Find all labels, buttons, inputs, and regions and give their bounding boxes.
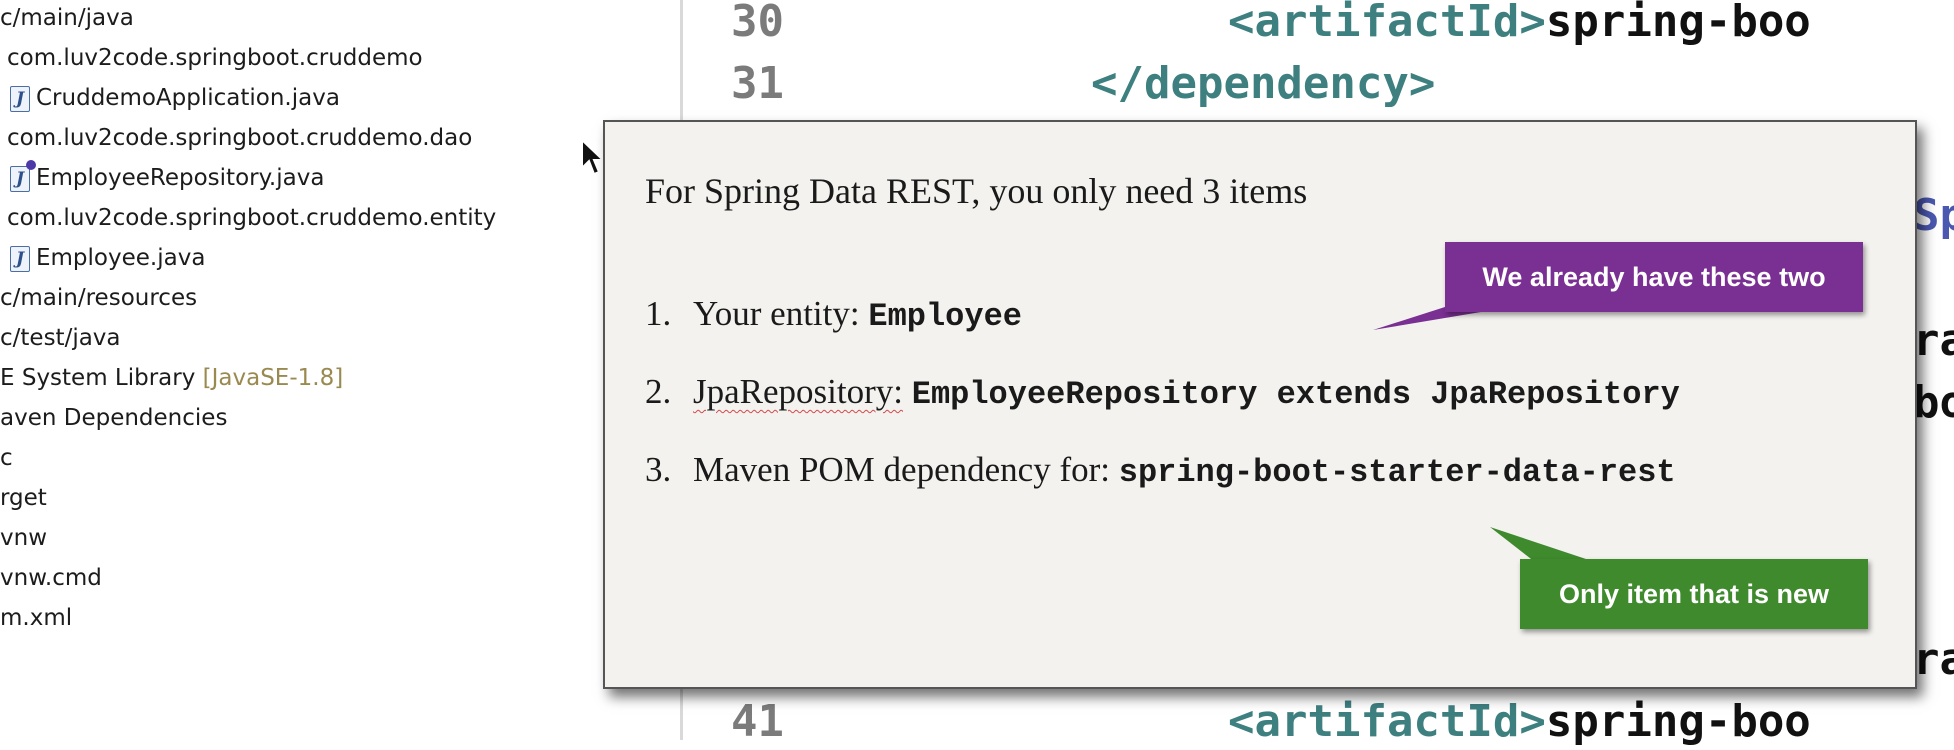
code-fragment: ra bbox=[1913, 315, 1954, 366]
slide-overlay: For Spring Data REST, you only need 3 it… bbox=[603, 120, 1917, 689]
callout-new-item: Only item that is new bbox=[1520, 559, 1868, 629]
xml-tag: <artifactId> bbox=[1228, 0, 1546, 47]
tree-item-employee-repository[interactable]: J EmployeeRepository.java bbox=[10, 159, 324, 193]
line-number: 30 bbox=[731, 0, 784, 47]
tree-item-package-dao[interactable]: com.luv2code.springboot.cruddemo.dao bbox=[7, 123, 472, 153]
project-explorer: c/main/java com.luv2code.springboot.crud… bbox=[0, 0, 680, 740]
tree-item-target[interactable]: rget bbox=[0, 483, 47, 513]
tree-item-pom-xml[interactable]: m.xml bbox=[0, 603, 72, 633]
tree-item-cruddemo-application[interactable]: J CruddemoApplication.java bbox=[10, 83, 340, 113]
tree-item-package-entity[interactable]: com.luv2code.springboot.cruddemo.entity bbox=[7, 203, 496, 233]
tree-item-src-main-resources[interactable]: c/main/resources bbox=[0, 283, 197, 313]
java-file-icon: J bbox=[10, 85, 30, 112]
tree-item-maven-dependencies[interactable]: aven Dependencies bbox=[0, 403, 227, 433]
xml-tag: <artifactId> bbox=[1228, 696, 1546, 747]
code-fragment: bo bbox=[1913, 377, 1954, 428]
tree-item-employee[interactable]: J Employee.java bbox=[10, 243, 205, 273]
tree-item-src[interactable]: c bbox=[0, 443, 13, 473]
xml-text: spring-boo bbox=[1545, 0, 1811, 47]
tree-item-mvnw-cmd[interactable]: vnw.cmd bbox=[0, 563, 102, 593]
code-fragment: ra bbox=[1913, 634, 1954, 685]
tree-item-mvnw[interactable]: vnw bbox=[0, 523, 47, 553]
code-line: 41 <artifactId>spring-boo bbox=[683, 694, 1954, 750]
line-number: 31 bbox=[731, 58, 784, 109]
callout-existing-items: We already have these two bbox=[1445, 242, 1863, 312]
code-fragment: Sp bbox=[1913, 190, 1954, 241]
xml-tag: </dependency> bbox=[1091, 58, 1436, 109]
tree-item-package-cruddemo[interactable]: com.luv2code.springboot.cruddemo bbox=[7, 43, 423, 73]
java-file-icon: J bbox=[10, 245, 30, 272]
java-interface-icon: J bbox=[10, 159, 36, 192]
tree-item-src-main-java[interactable]: c/main/java bbox=[0, 3, 134, 33]
tree-item-src-test-java[interactable]: c/test/java bbox=[0, 323, 121, 353]
line-number: 41 bbox=[731, 696, 784, 747]
code-line: 30 <artifactId>spring-boo bbox=[683, 0, 1954, 50]
code-line: 31 </dependency> bbox=[683, 56, 1954, 112]
xml-text: spring-boo bbox=[1545, 696, 1811, 747]
tree-item-jre-system-library[interactable]: E System Library [JavaSE-1.8] bbox=[0, 363, 343, 393]
library-version: [JavaSE-1.8] bbox=[202, 365, 344, 391]
green-callout-pointer bbox=[1490, 527, 1595, 562]
